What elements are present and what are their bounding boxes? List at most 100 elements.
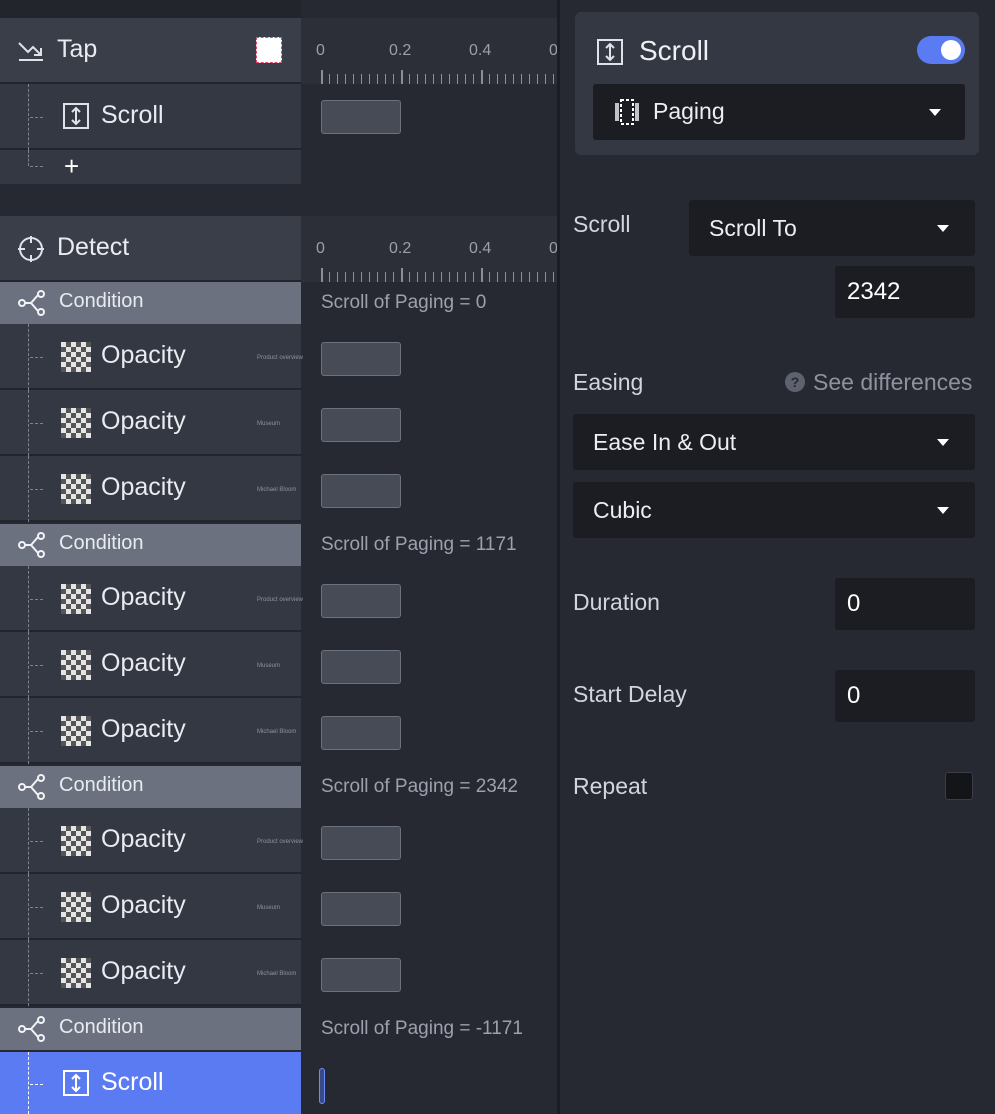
opacity-icon xyxy=(61,958,91,988)
timeline-ruler[interactable]: 0 0.2 0.4 0 xyxy=(301,18,557,84)
scroll-position-input[interactable] xyxy=(835,266,975,318)
branch-icon xyxy=(16,531,46,559)
opacity-action-row[interactable]: Opacity Museum xyxy=(0,632,301,698)
tree-line xyxy=(28,566,29,632)
enable-toggle[interactable] xyxy=(917,36,965,64)
ruler-tick-label: 0 xyxy=(549,240,557,257)
tree-branch xyxy=(30,166,43,167)
opacity-action-row[interactable]: Opacity Michael Bloom xyxy=(0,456,301,522)
condition-row[interactable]: Condition xyxy=(0,1008,301,1050)
condition-label: Condition xyxy=(59,290,144,312)
opacity-action-row[interactable]: Opacity Product overview xyxy=(0,566,303,632)
ruler-major-tick xyxy=(481,70,483,84)
scroll-mode-value: Scroll To xyxy=(709,215,797,241)
tap-scroll-action-row[interactable]: Scroll xyxy=(0,84,301,150)
detect-title: Detect xyxy=(57,233,130,261)
timeline-block[interactable] xyxy=(321,408,401,442)
ruler-ticks xyxy=(321,272,557,282)
branch-icon xyxy=(16,1015,46,1043)
condition-row[interactable]: Condition xyxy=(0,524,301,566)
opacity-icon xyxy=(61,584,91,614)
tree-branch xyxy=(30,357,43,358)
repeat-checkbox[interactable] xyxy=(945,772,973,800)
opacity-action-row[interactable]: Opacity Museum xyxy=(0,874,301,940)
opacity-icon xyxy=(61,474,91,504)
opacity-action-row[interactable]: Opacity Museum xyxy=(0,390,301,456)
see-differences-link[interactable]: See differences xyxy=(813,369,972,396)
action-title: Scroll xyxy=(639,35,710,66)
inspector-panel: Scroll Paging Scroll Scroll To Easing ? … xyxy=(560,0,995,1114)
easing-type-dropdown[interactable]: Ease In & Out xyxy=(573,414,975,470)
opacity-icon xyxy=(61,408,91,438)
duration-label: Duration xyxy=(573,589,660,615)
tap-target-swatch[interactable] xyxy=(256,37,282,63)
target-layer-dropdown[interactable]: Paging xyxy=(593,84,965,140)
branch-icon xyxy=(16,773,46,801)
opacity-action-row[interactable]: Opacity Michael Bloom xyxy=(0,698,301,764)
easing-curve-dropdown[interactable]: Cubic xyxy=(573,482,975,538)
tree-line xyxy=(28,808,29,874)
timeline-block[interactable] xyxy=(321,650,401,684)
timeline-block[interactable] xyxy=(321,100,401,134)
opacity-action-row[interactable]: Opacity Michael Bloom xyxy=(0,940,301,1006)
start-delay-input[interactable] xyxy=(835,670,975,722)
timeline-block[interactable] xyxy=(321,826,401,860)
add-action-row[interactable]: + xyxy=(0,150,301,184)
layer-preview: Museum xyxy=(257,421,281,427)
opacity-icon xyxy=(61,826,91,856)
action-label: Opacity xyxy=(101,407,186,435)
target-layer-value: Paging xyxy=(653,98,725,124)
tree-line xyxy=(28,324,29,390)
tree-branch xyxy=(30,423,43,424)
tap-gesture-icon xyxy=(16,36,46,66)
chevron-down-icon xyxy=(929,109,941,116)
timeline-ruler[interactable]: 0 0.2 0.4 0 xyxy=(301,216,557,282)
opacity-action-row[interactable]: Opacity Product overview xyxy=(0,324,303,390)
detect-trigger-row[interactable]: Detect xyxy=(0,216,301,282)
tap-title: Tap xyxy=(57,35,98,63)
scroll-icon xyxy=(62,102,90,130)
condition-expression: Scroll of Paging = 0 xyxy=(321,292,487,313)
action-label: Opacity xyxy=(101,825,186,853)
crosshair-icon xyxy=(16,234,46,264)
duration-input[interactable] xyxy=(835,578,975,630)
condition-row[interactable]: Condition xyxy=(0,766,301,808)
tree-branch xyxy=(30,489,43,490)
timeline-block[interactable] xyxy=(321,474,401,508)
action-label: Opacity xyxy=(101,891,186,919)
ruler-ticks xyxy=(321,74,557,84)
opacity-action-row[interactable]: Opacity Product overview xyxy=(0,808,304,874)
tree-line xyxy=(28,874,29,940)
condition-row[interactable]: Condition xyxy=(0,282,301,324)
timeline-block[interactable] xyxy=(321,342,401,376)
tree-line xyxy=(28,150,29,166)
layer-preview: Museum xyxy=(257,663,281,669)
help-icon[interactable]: ? xyxy=(785,372,805,392)
tree-line xyxy=(28,84,29,150)
tap-trigger-row[interactable]: Tap xyxy=(0,18,301,84)
opacity-icon xyxy=(61,892,91,922)
action-label: Opacity xyxy=(101,583,186,611)
timeline-block[interactable] xyxy=(321,716,401,750)
tree-branch xyxy=(30,117,43,118)
condition-label: Condition xyxy=(59,532,144,554)
scroll-label: Scroll xyxy=(573,211,631,237)
timeline-panel: Tap 0 0.2 0.4 0 Scroll + Detect 0 0.2 0.… xyxy=(0,0,557,1114)
ruler-tick-label: 0.2 xyxy=(389,42,412,59)
timeline-block[interactable] xyxy=(321,958,401,992)
ruler-tick-label: 0.4 xyxy=(469,42,492,59)
scroll-icon xyxy=(596,38,624,66)
ruler-tick-label: 0 xyxy=(316,240,325,257)
chevron-down-icon xyxy=(937,439,949,446)
layer-preview: Michael Bloom xyxy=(257,971,297,977)
layer-preview: Product overview xyxy=(257,839,304,845)
timeline-block[interactable] xyxy=(321,584,401,618)
add-action-button[interactable]: + xyxy=(64,151,79,182)
selected-scroll-action-row[interactable]: Scroll xyxy=(0,1052,301,1114)
scroll-mode-dropdown[interactable]: Scroll To xyxy=(689,200,975,256)
scroll-icon xyxy=(62,1069,90,1097)
condition-expression: Scroll of Paging = 1171 xyxy=(321,534,517,555)
timeline-block[interactable] xyxy=(321,892,401,926)
tree-branch xyxy=(30,907,43,908)
timeline-block-selected[interactable] xyxy=(319,1068,325,1104)
